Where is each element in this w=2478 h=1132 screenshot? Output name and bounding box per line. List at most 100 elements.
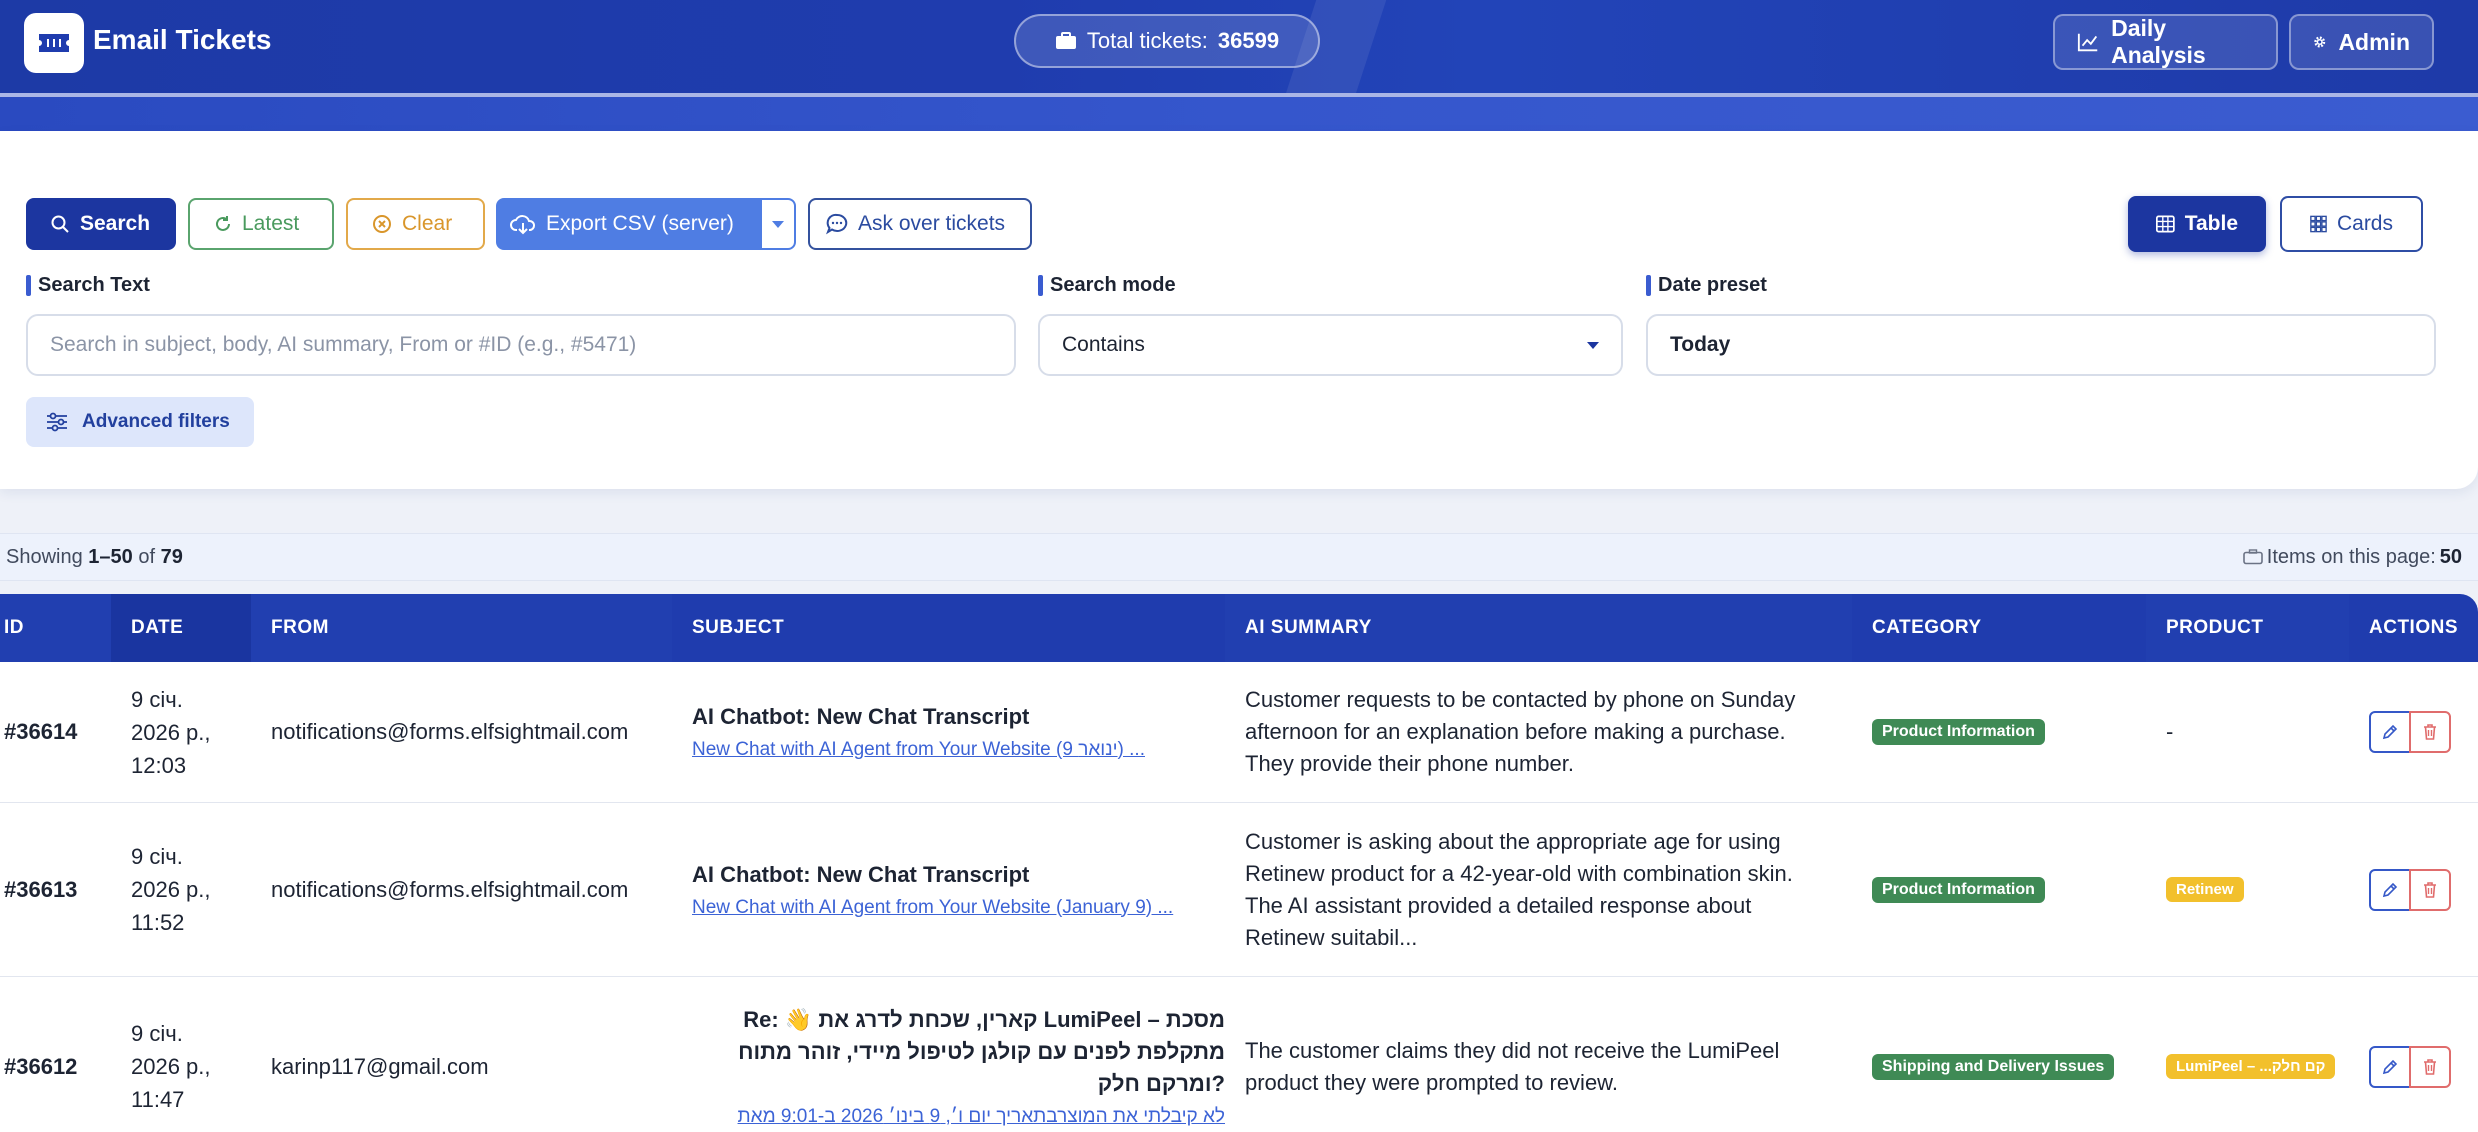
showing-prefix: Showing xyxy=(6,545,89,568)
view-cards-toggle[interactable]: Cards xyxy=(2280,196,2423,252)
row-actions xyxy=(2349,977,2478,1132)
date-line: 2026 р., xyxy=(131,1054,211,1079)
time-line: 11:52 xyxy=(131,910,185,935)
briefcase-icon xyxy=(1055,32,1076,49)
header-subband xyxy=(0,97,2478,131)
table-row[interactable]: #36612 9 січ. 2026 р., 11:47 karinp117@g… xyxy=(0,977,2478,1132)
pencil-icon xyxy=(2382,724,2398,740)
delete-button[interactable] xyxy=(2409,1045,2451,1088)
ticket-id[interactable]: #36613 xyxy=(0,803,111,976)
ticket-date: 9 січ. 2026 р., 12:03 xyxy=(111,662,251,802)
admin-button[interactable]: Admin xyxy=(2289,14,2434,70)
chat-bubble-icon xyxy=(826,213,848,235)
ticket-subject: Re: 👋 קארין, שכחת לדרג את LumiPeel – מסכ… xyxy=(672,977,1225,1132)
search-icon xyxy=(51,215,69,233)
table-row[interactable]: #36613 9 січ. 2026 р., 11:52 notificatio… xyxy=(0,803,2478,977)
column-header-date[interactable]: DATE xyxy=(111,594,251,662)
ticket-ai-summary: Customer requests to be contacted by pho… xyxy=(1245,687,1796,776)
table-row[interactable]: #36614 9 січ. 2026 р., 12:03 notificatio… xyxy=(0,662,2478,803)
total-tickets-label: Total tickets: xyxy=(1086,28,1208,53)
search-input-placeholder: Search in subject, body, AI summary, Fro… xyxy=(50,333,637,356)
search-button[interactable]: Search xyxy=(26,198,176,250)
ticket-from: karinp117@gmail.com xyxy=(271,1053,489,1079)
gear-icon xyxy=(2314,36,2326,48)
subject-title: AI Chatbot: New Chat Transcript xyxy=(692,704,1030,729)
category-badge: Shipping and Delivery Issues xyxy=(1872,1053,2115,1080)
daily-analysis-button[interactable]: Daily Analysis xyxy=(2053,14,2278,70)
advanced-filters-button[interactable]: Advanced filters xyxy=(26,397,254,447)
showing-of: of xyxy=(132,545,161,568)
total-tickets-value: 36599 xyxy=(1217,28,1280,53)
edit-button[interactable] xyxy=(2369,868,2411,911)
export-options-dropdown[interactable] xyxy=(760,198,796,250)
date-line: 2026 р., xyxy=(131,877,211,902)
clear-button-label: Clear xyxy=(402,212,453,235)
ticket-id[interactable]: #36614 xyxy=(0,662,111,802)
advanced-filters-label: Advanced filters xyxy=(82,411,230,432)
view-table-toggle[interactable]: Table xyxy=(2128,196,2266,252)
refresh-icon xyxy=(216,216,230,231)
ticket-product: LumiPeel – ...קם חלק xyxy=(2146,977,2349,1132)
delete-button[interactable] xyxy=(2409,868,2451,911)
cloud-download-icon xyxy=(510,215,536,235)
ask-over-tickets-button[interactable]: Ask over tickets xyxy=(808,198,1032,250)
subject-preview-link[interactable]: לא קיבלתי את המוצר‏בתאריך יום ו׳, 9 בינו… xyxy=(692,1104,1225,1130)
date-line: 2026 р., xyxy=(131,719,211,745)
results-count: Showing 1–50 of 79 xyxy=(6,546,183,569)
date-preset-select[interactable]: Today xyxy=(1646,314,2436,376)
column-header-category[interactable]: CATEGORY xyxy=(1852,594,2146,662)
edit-button[interactable] xyxy=(2369,711,2411,753)
product-badge: Retinew xyxy=(2166,877,2244,902)
column-header-id[interactable]: ID xyxy=(0,594,111,662)
latest-button-label: Latest xyxy=(242,212,300,235)
ticket-ai-summary: Customer is asking about the appropriate… xyxy=(1245,828,1793,950)
delete-button[interactable] xyxy=(2409,711,2451,753)
date-preset-value: Today xyxy=(1670,333,1731,356)
ticket-subject: AI Chatbot: New Chat Transcript New Chat… xyxy=(672,803,1225,976)
product-badge: LumiPeel – ...קם חלק xyxy=(2166,1054,2336,1079)
column-header-ai-summary[interactable]: AI SUMMARY xyxy=(1225,594,1852,662)
latest-button[interactable]: Latest xyxy=(188,198,334,250)
column-header-from[interactable]: FROM xyxy=(251,594,672,662)
ticket-category: Shipping and Delivery Issues xyxy=(1852,977,2146,1132)
subject-preview-link[interactable]: New Chat with AI Agent from Your Website… xyxy=(692,737,1225,763)
ticket-product: - xyxy=(2166,719,2174,744)
search-mode-label: Search mode xyxy=(1038,274,1176,297)
search-input[interactable]: Search in subject, body, AI summary, Fro… xyxy=(26,314,1016,376)
ask-over-tickets-label: Ask over tickets xyxy=(858,212,1006,235)
export-csv-button[interactable]: Export CSV (server) xyxy=(496,198,760,250)
trash-icon xyxy=(2424,881,2436,898)
export-csv-label: Export CSV (server) xyxy=(546,212,734,235)
daily-analysis-label: Daily Analysis xyxy=(2111,15,2206,68)
admin-label: Admin xyxy=(2338,28,2410,55)
trash-icon xyxy=(2424,1058,2436,1075)
app-logo[interactable] xyxy=(24,13,84,73)
edit-button[interactable] xyxy=(2369,1045,2411,1088)
time-line: 11:47 xyxy=(131,1087,185,1112)
search-mode-select[interactable]: Contains xyxy=(1038,314,1623,376)
view-table-label: Table xyxy=(2184,212,2238,235)
ticket-id[interactable]: #36612 xyxy=(0,977,111,1132)
date-line: 9 січ. xyxy=(131,844,183,869)
ticket-from: notifications@forms.elfsightmail.com xyxy=(271,876,629,902)
search-button-label: Search xyxy=(80,212,151,235)
briefcase-icon xyxy=(2242,549,2263,565)
clear-button[interactable]: Clear xyxy=(346,198,485,250)
ticket-category: Product Information xyxy=(1852,662,2146,802)
column-header-subject[interactable]: SUBJECT xyxy=(672,594,1225,662)
chevron-down-icon xyxy=(772,220,784,228)
column-header-product[interactable]: PRODUCT xyxy=(2146,594,2349,662)
app-title: Email Tickets xyxy=(93,24,272,55)
showing-total: 79 xyxy=(160,545,183,568)
ticket-date: 9 січ. 2026 р., 11:47 xyxy=(111,977,251,1132)
subject-title: Re: 👋 קארין, שכחת לדרג את LumiPeel – מסכ… xyxy=(738,1006,1225,1096)
filter-panel: Search Latest Clear Export CSV (server) … xyxy=(0,131,2478,489)
subject-title: AI Chatbot: New Chat Transcript xyxy=(692,861,1030,887)
pencil-icon xyxy=(2382,882,2398,897)
column-header-actions: ACTIONS xyxy=(2369,617,2458,638)
subject-preview-link[interactable]: New Chat with AI Agent from Your Website… xyxy=(692,895,1225,921)
table-icon xyxy=(2156,215,2175,233)
close-circle-icon xyxy=(373,215,391,233)
sliders-icon xyxy=(47,412,67,432)
grid-icon xyxy=(2310,215,2327,233)
